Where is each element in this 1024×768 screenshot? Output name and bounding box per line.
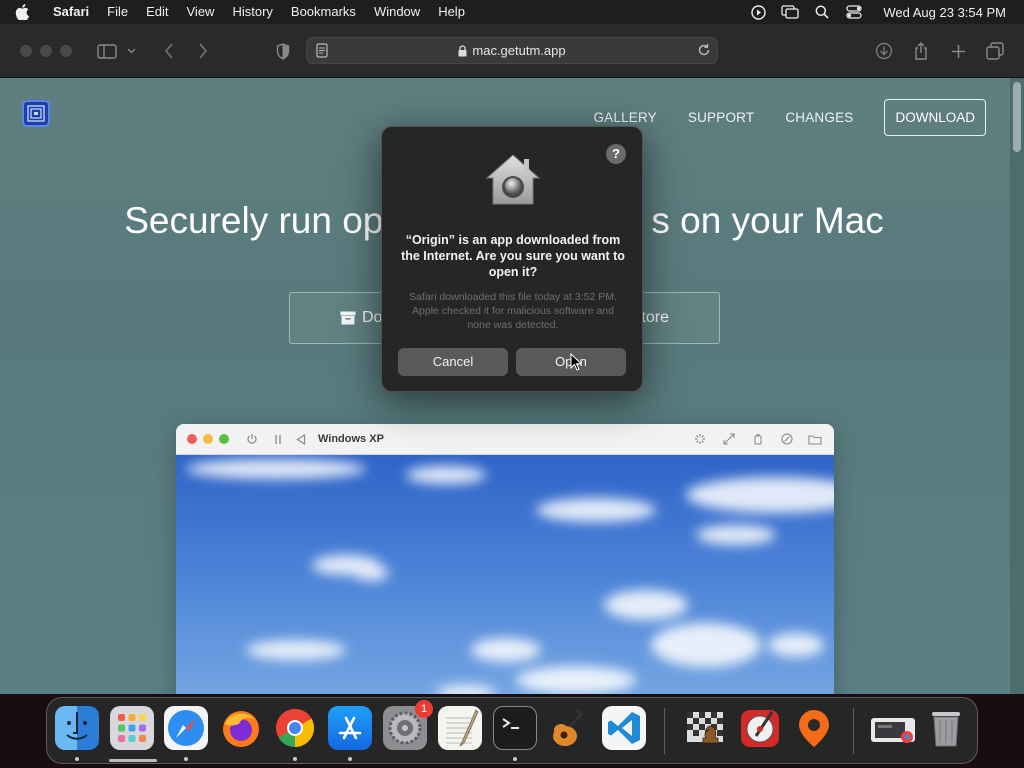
cancel-button[interactable]: Cancel: [398, 348, 508, 376]
hero-download-label: Do: [362, 309, 383, 326]
window-zoom-button[interactable]: [60, 45, 72, 57]
vm-resize-icon: [722, 432, 736, 446]
trash-icon[interactable]: [924, 706, 968, 750]
forward-icon[interactable]: [192, 40, 214, 62]
vm-window-preview: Windows XP: [176, 424, 834, 694]
chevron-down-icon[interactable]: [124, 40, 138, 62]
safari-icon[interactable]: [164, 706, 208, 750]
lock-icon: [458, 44, 467, 57]
play-circle-icon[interactable]: [749, 4, 767, 20]
help-button[interactable]: ?: [606, 144, 626, 164]
reload-icon[interactable]: [697, 43, 711, 60]
vm-pause-icon: [271, 432, 285, 446]
share-icon[interactable]: [910, 40, 932, 62]
security-house-icon: [485, 154, 541, 205]
menu-window[interactable]: Window: [365, 0, 429, 24]
scrollbar-thumb[interactable]: [1013, 82, 1021, 152]
launchpad-icon[interactable]: [110, 706, 154, 750]
page-scrollbar[interactable]: [1010, 78, 1024, 694]
menu-clock[interactable]: Wed Aug 23 3:54 PM: [883, 5, 1006, 20]
vm-titlebar: Windows XP: [176, 424, 834, 455]
nav-changes-link[interactable]: CHANGES: [785, 110, 853, 125]
dialog-heading: “Origin” is an app downloaded from the I…: [401, 233, 625, 279]
textedit-icon[interactable]: [438, 706, 482, 750]
app-store-icon[interactable]: [328, 706, 372, 750]
new-tab-icon[interactable]: [947, 40, 969, 62]
vm-desktop-sky-image: [176, 455, 834, 694]
chrome-running-dot: [293, 757, 297, 761]
notification-badge: 1: [415, 700, 433, 718]
hero-appstore-label: tore: [641, 309, 669, 326]
garageband-icon[interactable]: [547, 706, 591, 750]
downloads-stack-icon[interactable]: [869, 706, 915, 750]
menu-help[interactable]: Help: [429, 0, 474, 24]
dock-separator: [853, 708, 854, 754]
vm-spinner-icon: [693, 432, 707, 446]
app-store-running-dot: [348, 757, 352, 761]
instruments-icon[interactable]: [738, 706, 782, 750]
vm-power-icon: [245, 432, 259, 446]
menu-bar: Safari File Edit View History Bookmarks …: [0, 0, 1024, 24]
apple-menu-icon[interactable]: [0, 4, 44, 20]
menu-history[interactable]: History: [223, 0, 281, 24]
nav-support-link[interactable]: SUPPORT: [688, 110, 754, 125]
menu-file[interactable]: File: [98, 0, 137, 24]
finder-running-dot: [75, 757, 79, 761]
downloads-icon[interactable]: [873, 40, 895, 62]
tab-overview-icon[interactable]: [984, 40, 1006, 62]
vscode-icon[interactable]: [602, 706, 646, 750]
control-center-icon[interactable]: [845, 4, 863, 20]
window-minimize-button[interactable]: [40, 45, 52, 57]
nav-download-button[interactable]: DOWNLOAD: [884, 99, 986, 136]
chess-icon[interactable]: [683, 706, 727, 750]
hero-title-left: Securely run op: [124, 200, 384, 241]
mouse-cursor-icon: [570, 353, 582, 371]
hero-title-right: s on your Mac: [651, 200, 884, 241]
menu-bookmarks[interactable]: Bookmarks: [282, 0, 365, 24]
sidebar-icon[interactable]: [96, 40, 118, 62]
vm-folder-icon: [808, 432, 822, 446]
utm-logo-icon[interactable]: [22, 100, 50, 127]
browser-toolbar: mac.getutm.app: [0, 24, 1024, 78]
chrome-icon[interactable]: [273, 706, 317, 750]
vm-window-title: Windows XP: [318, 433, 384, 445]
address-bar[interactable]: mac.getutm.app: [306, 37, 718, 64]
page-menu-icon[interactable]: [316, 43, 328, 61]
vm-disc-icon: [780, 432, 794, 446]
dock: 1: [46, 697, 978, 764]
vm-zoom-dot: [219, 434, 229, 444]
system-settings-icon[interactable]: 1: [383, 700, 433, 750]
url-text: mac.getutm.app: [472, 43, 566, 58]
back-icon[interactable]: [158, 40, 180, 62]
archive-box-icon: [340, 311, 356, 325]
terminal-running-dot: [513, 757, 517, 761]
menu-app-name[interactable]: Safari: [44, 0, 98, 24]
vm-usb-icon: [751, 432, 765, 446]
firefox-icon[interactable]: [219, 706, 263, 750]
menu-view[interactable]: View: [178, 0, 224, 24]
gatekeeper-alert-dialog: ? “Origin” is an app downloaded from the…: [381, 126, 643, 392]
vm-back-icon: [294, 432, 308, 446]
privacy-shield-icon[interactable]: [272, 40, 294, 62]
terminal-icon[interactable]: [493, 706, 537, 750]
finder-icon[interactable]: [55, 706, 99, 750]
screen-mirroring-icon[interactable]: [781, 4, 800, 20]
menu-edit[interactable]: Edit: [137, 0, 177, 24]
spotlight-search-icon[interactable]: [813, 4, 831, 20]
vm-close-dot: [187, 434, 197, 444]
dialog-info-text: Safari downloaded this file today at 3:5…: [409, 291, 617, 331]
dock-separator: [664, 708, 665, 754]
window-close-button[interactable]: [20, 45, 32, 57]
safari-running-dot: [184, 757, 188, 761]
launchpad-indicator: [109, 759, 157, 762]
vm-minimize-dot: [203, 434, 213, 444]
origin-icon[interactable]: [792, 706, 836, 750]
nav-gallery-link[interactable]: GALLERY: [593, 110, 656, 125]
